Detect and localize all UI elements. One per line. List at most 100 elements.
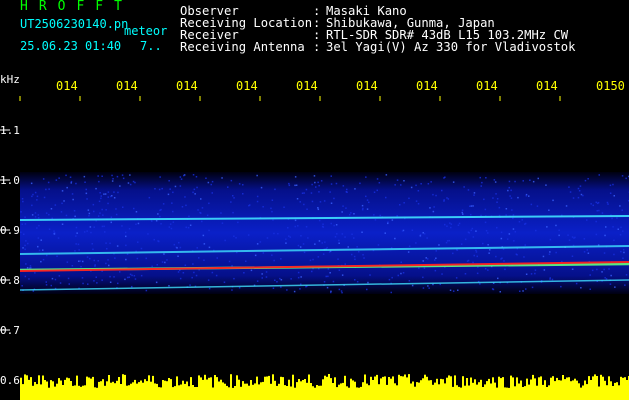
noise-dot: [140, 247, 143, 250]
power-bar: [324, 375, 326, 400]
noise-dot: [155, 281, 158, 284]
power-bar: [620, 376, 622, 400]
noise-dot: [271, 199, 274, 201]
power-bar: [164, 380, 166, 400]
power-bar: [170, 379, 172, 400]
power-bar: [514, 386, 516, 400]
noise-dot: [330, 202, 333, 204]
power-bar: [208, 377, 210, 400]
power-bar: [416, 382, 418, 400]
noise-dot: [609, 192, 612, 194]
noise-dot: [537, 177, 539, 180]
noise-dot: [153, 238, 155, 241]
noise-dot: [433, 206, 435, 208]
power-bar: [70, 381, 72, 400]
noise-dot: [248, 204, 250, 207]
noise-dot: [159, 215, 161, 218]
power-bar: [574, 378, 576, 400]
power-bar: [420, 380, 422, 400]
noise-dot: [338, 288, 341, 291]
noise-dot: [625, 274, 628, 276]
noise-dot: [422, 287, 425, 289]
noise-dot: [305, 188, 308, 191]
power-bar: [588, 376, 590, 400]
noise-dot: [87, 283, 89, 285]
noise-dot: [65, 174, 67, 177]
noise-dot: [418, 267, 420, 269]
noise-dot: [250, 269, 253, 272]
noise-dot: [320, 180, 323, 182]
power-bar: [468, 385, 470, 400]
power-bar: [536, 385, 538, 400]
noise-dot: [78, 249, 80, 251]
power-bar: [328, 374, 330, 400]
noise-dot: [181, 206, 184, 208]
power-bar: [402, 376, 404, 400]
power-bar: [212, 387, 214, 400]
noise-dot: [503, 260, 505, 262]
noise-dot: [366, 199, 369, 201]
noise-dot: [614, 286, 616, 288]
noise-dot: [166, 259, 168, 261]
noise-dot: [609, 184, 612, 187]
noise-dot: [307, 237, 309, 239]
noise-dot: [369, 274, 371, 276]
noise-dot: [441, 189, 443, 192]
power-bar: [176, 376, 178, 400]
power-bar: [256, 376, 258, 400]
noise-dot: [189, 284, 191, 286]
noise-dot: [325, 275, 327, 278]
power-bar: [564, 379, 566, 400]
noise-dot: [303, 251, 306, 254]
noise-dot: [622, 230, 624, 232]
power-bar: [388, 377, 390, 400]
noise-dot: [38, 249, 41, 252]
noise-dot: [473, 254, 475, 257]
power-bar: [612, 386, 614, 400]
noise-dot: [621, 175, 624, 177]
power-bar: [360, 386, 362, 400]
noise-dot: [300, 276, 302, 278]
power-bar: [452, 386, 454, 400]
power-bar: [284, 385, 286, 400]
noise-dot: [82, 260, 84, 263]
power-bar: [196, 387, 198, 400]
noise-dot: [512, 217, 514, 220]
noise-dot: [523, 256, 525, 258]
noise-dot: [598, 209, 600, 212]
noise-dot: [28, 278, 30, 280]
noise-dot: [61, 202, 63, 205]
power-bar: [486, 381, 488, 400]
power-bar: [448, 375, 450, 400]
noise-dot: [96, 282, 98, 284]
noise-dot: [66, 186, 68, 189]
noise-dot: [53, 233, 56, 235]
noise-dot: [322, 226, 325, 228]
noise-dot: [546, 226, 548, 228]
noise-dot: [115, 208, 117, 210]
noise-dot: [470, 213, 472, 216]
spectrogram-svg: [0, 96, 629, 400]
noise-dot: [374, 219, 377, 221]
noise-dot: [583, 251, 586, 253]
noise-dot: [238, 287, 241, 289]
power-bar: [266, 376, 268, 400]
power-bar: [572, 380, 574, 400]
noise-dot: [169, 188, 171, 190]
power-bar: [206, 379, 208, 400]
noise-dot: [271, 210, 273, 213]
noise-dot: [106, 248, 108, 250]
power-bar: [528, 384, 530, 400]
noise-dot: [326, 286, 329, 289]
power-bar: [182, 380, 184, 400]
power-bar: [100, 381, 102, 400]
noise-dot: [504, 268, 506, 271]
noise-dot: [340, 290, 343, 292]
noise-dot: [97, 215, 100, 217]
power-bar: [52, 381, 54, 400]
noise-dot: [126, 276, 129, 279]
power-bar: [108, 375, 110, 400]
noise-dot: [338, 239, 340, 242]
power-bar: [198, 375, 200, 400]
noise-dot: [466, 260, 469, 262]
